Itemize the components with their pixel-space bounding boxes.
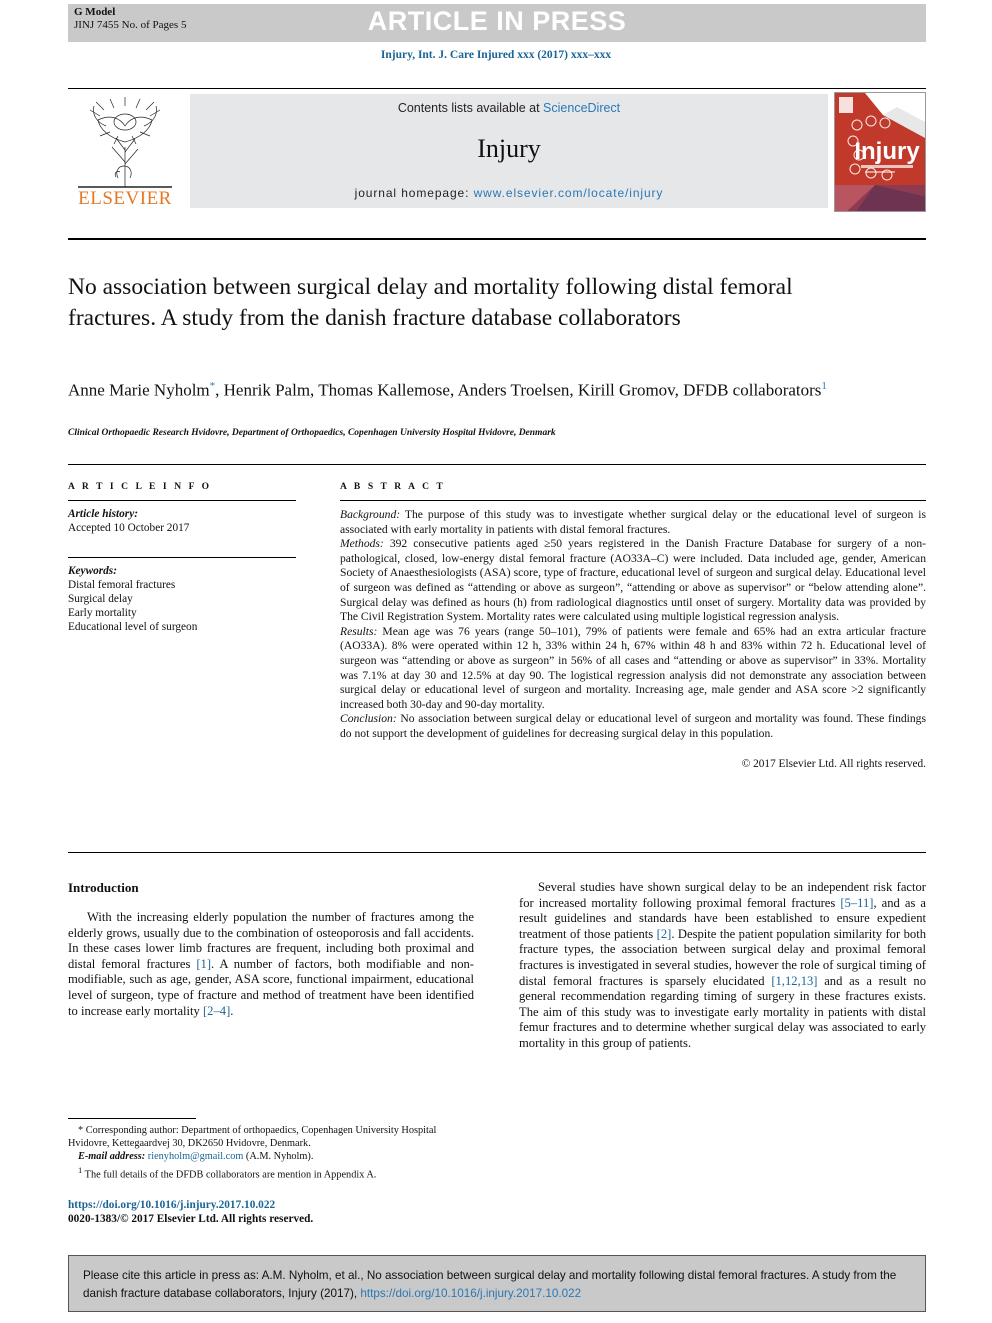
author-primary: Anne Marie Nyholm — [68, 380, 210, 400]
abstract-body: Background: The purpose of this study wa… — [340, 508, 926, 771]
svg-text:Injury: Injury — [854, 138, 920, 165]
keywords-label: Keywords: — [68, 565, 117, 577]
elsevier-logo: ELSEVIER — [70, 92, 180, 210]
abstract-background-text: The purpose of this study was to investi… — [340, 508, 926, 536]
keyword-item: Surgical delay — [68, 593, 133, 605]
abstract-methods-text: 392 consecutive patients aged ≥50 years … — [340, 537, 926, 624]
author-affiliation: Clinical Orthopaedic Research Hvidovre, … — [68, 428, 556, 438]
keyword-item: Early mortality — [68, 607, 137, 619]
abstract-methods-label: Methods: — [340, 537, 384, 551]
abstract-conclusion-text: No association between surgical delay or… — [340, 712, 926, 740]
article-info-rule-2 — [68, 557, 296, 558]
journal-homepage-link[interactable]: www.elsevier.com/locate/injury — [474, 186, 664, 200]
abstract-results: Results: Mean age was 76 years (range 50… — [340, 625, 926, 713]
abstract-background: Background: The purpose of this study wa… — [340, 508, 926, 537]
abstract-methods: Methods: 392 consecutive patients aged ≥… — [340, 537, 926, 625]
email-owner: (A.M. Nyholm). — [243, 1151, 314, 1163]
journal-cover-thumbnail: Injury — [834, 92, 926, 212]
article-page: G Model JINJ 7455 No. of Pages 5 ARTICLE… — [0, 0, 992, 1323]
abstract-conclusion: Conclusion: No association between surgi… — [340, 712, 926, 741]
citation-ref-2-4[interactable]: [2–4] — [203, 1004, 230, 1018]
contents-available-line: Contents lists available at ScienceDirec… — [190, 101, 828, 115]
doi-link[interactable]: https://doi.org/10.1016/j.injury.2017.10… — [68, 1198, 488, 1212]
citation-ref-1-12-13[interactable]: [1,12,13] — [771, 974, 817, 988]
abstract-top-rule — [68, 464, 926, 465]
contents-box: Contents lists available at ScienceDirec… — [190, 94, 828, 208]
keyword-item: Educational level of surgeon — [68, 621, 198, 633]
keywords-block: Keywords: Distal femoral fractures Surgi… — [68, 564, 296, 634]
collaborators-footnote-marker[interactable]: 1 — [821, 380, 827, 392]
article-history-block: Article history: Accepted 10 October 201… — [68, 507, 296, 535]
author-rest: , Henrik Palm, Thomas Kallemose, Anders … — [215, 380, 679, 400]
elsevier-wordmark: ELSEVIER — [78, 188, 172, 209]
author-list: Anne Marie Nyholm*, Henrik Palm, Thomas … — [68, 375, 868, 402]
sciencedirect-link[interactable]: ScienceDirect — [543, 101, 620, 115]
page-title: No association between surgical delay an… — [68, 274, 793, 331]
footnote-1-text: The full details of the DFDB collaborato… — [82, 1169, 377, 1181]
article-info-heading: A R T I C L E I N F O — [68, 482, 212, 492]
abstract-copyright: © 2017 Elsevier Ltd. All rights reserved… — [741, 757, 926, 770]
footnote-corresponding-text: Corresponding author: Department of orth… — [68, 1125, 437, 1150]
author-group: DFDB collaborators — [683, 380, 822, 400]
abstract-background-label: Background: — [340, 508, 401, 521]
masthead-bottom-rule — [68, 238, 926, 240]
issn-copyright-line: 0020-1383/© 2017 Elsevier Ltd. All right… — [68, 1213, 314, 1225]
body-column-right: Several studies have shown surgical dela… — [519, 880, 926, 1052]
introduction-paragraph-1: With the increasing elderly population t… — [68, 910, 474, 1019]
section-heading-introduction: Introduction — [68, 880, 139, 895]
footnote-separator-rule — [68, 1118, 196, 1119]
contents-prefix: Contents lists available at — [397, 101, 544, 115]
journal-reference-line: Injury, Int. J. Care Injured xxx (2017) … — [380, 49, 612, 61]
footnote-corresponding-author: * Corresponding author: Department of or… — [68, 1124, 478, 1150]
abstract-bottom-rule — [68, 852, 926, 853]
article-in-press-text: ARTICLE IN PRESS — [367, 6, 627, 36]
abstract-results-label: Results: — [340, 624, 378, 638]
journal-masthead: ELSEVIER Contents lists available at Sci… — [68, 88, 926, 214]
article-history-value: Accepted 10 October 2017 — [68, 522, 190, 534]
introduction-paragraph-2: Several studies have shown surgical dela… — [519, 880, 926, 1052]
masthead-top-rule — [68, 88, 926, 89]
doi-block: https://doi.org/10.1016/j.injury.2017.10… — [68, 1198, 488, 1226]
article-in-press-banner: G Model JINJ 7455 No. of Pages 5 ARTICLE… — [68, 4, 926, 42]
body-column-left: Introduction With the increasing elderly… — [68, 880, 474, 1019]
please-cite-text: Please cite this article in press as: A.… — [83, 1267, 911, 1303]
journal-homepage-line: journal homepage: www.elsevier.com/locat… — [190, 186, 828, 200]
article-history-label: Article history: — [68, 508, 138, 520]
email-address-link[interactable]: rienyholm@gmail.com — [148, 1151, 244, 1162]
citation-ref-5-11[interactable]: [5–11] — [840, 896, 873, 910]
footnote-email-line: E-mail address: rienyholm@gmail.com (A.M… — [68, 1150, 478, 1163]
abstract-column: A B S T R A C T Background: The purpose … — [340, 482, 926, 771]
article-info-rule-1 — [68, 500, 296, 501]
abstract-results-text: Mean age was 76 years (range 50–101), 79… — [340, 624, 926, 711]
injury-cover-image: Injury — [835, 93, 925, 211]
footnotes-block: * Corresponding author: Department of or… — [68, 1124, 478, 1181]
homepage-prefix: journal homepage: — [354, 186, 474, 200]
please-cite-box: Please cite this article in press as: A.… — [68, 1255, 926, 1312]
cite-doi-link[interactable]: https://doi.org/10.1016/j.injury.2017.10… — [360, 1287, 581, 1300]
email-address-label: E-mail address: — [78, 1151, 146, 1163]
keyword-item: Distal femoral fractures — [68, 579, 176, 591]
abstract-rule — [340, 500, 926, 501]
article-info-column: A R T I C L E I N F O Article history: A… — [68, 482, 296, 634]
abstract-conclusion-label: Conclusion: — [340, 712, 397, 726]
elsevier-tree-icon — [78, 97, 172, 188]
footnote-collaborators: 1 The full details of the DFDB collabora… — [68, 1164, 478, 1182]
intro-p1-c: . — [230, 1003, 234, 1018]
citation-ref-2[interactable]: [2] — [657, 927, 672, 941]
abstract-heading: A B S T R A C T — [340, 482, 446, 492]
journal-title: Injury — [477, 134, 541, 163]
citation-ref-1[interactable]: [1] — [196, 957, 211, 971]
